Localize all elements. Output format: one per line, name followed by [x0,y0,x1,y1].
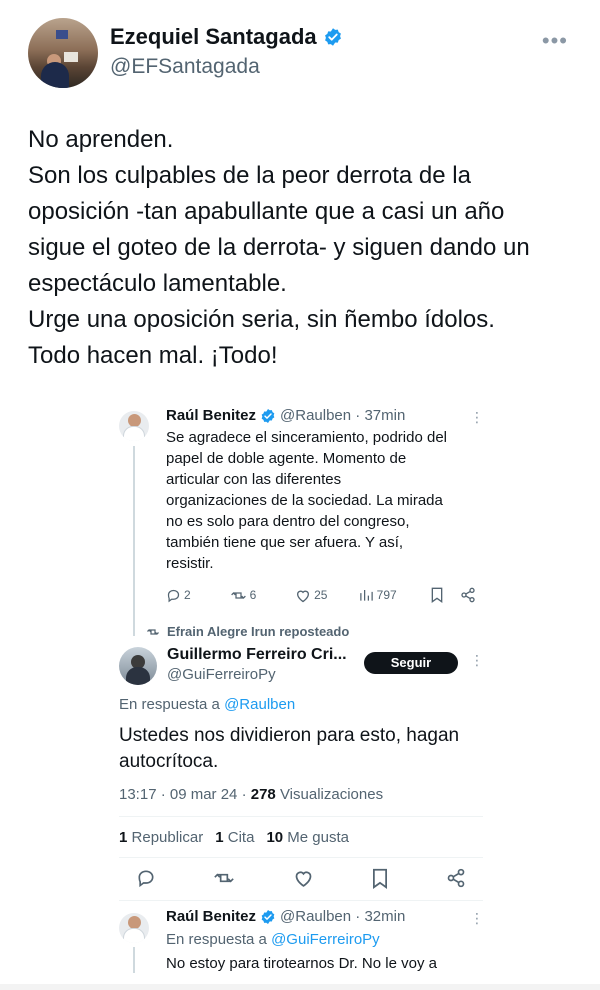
share-icon[interactable] [446,868,466,888]
tweet-line: oposición -tan apabullante que a casi un… [28,198,505,225]
views-count: 278 [250,786,276,803]
retweet-icon [230,591,246,599]
quoted-author-name[interactable]: Raúl Benitez [166,407,256,424]
share-action[interactable] [460,587,476,603]
engagement-stats: 1 Republicar 1 Cita 10 Me gusta [119,829,349,846]
divider [119,857,483,858]
quoted-actions: 2 6 25 797 [166,587,476,603]
views-action[interactable]: 797 [359,588,431,602]
quote-count: 1 [215,829,224,846]
likes-label: Me gusta [287,829,349,846]
reply-author-name[interactable]: Raúl Benitez [166,908,256,925]
tweet-line: No aprenden. [28,126,174,153]
avatar[interactable] [28,18,98,88]
reply-icon [167,589,180,602]
author-handle[interactable]: @EFSantagada [110,55,260,79]
quoted-text: Se agradece el sinceramiento, podrido de… [166,427,486,574]
verified-badge-icon [261,408,275,423]
tweet-line: Son los culpables de la peor derrota de … [28,162,471,189]
reply-count: 2 [184,588,191,602]
reposted-line: Ustedes nos dividieron para esto, hagan [119,725,460,746]
timestamp-text[interactable]: 13:17 · 09 mar 24 · [119,786,247,803]
repost-label-text[interactable]: Efrain Alegre Irun reposteado [167,624,349,639]
reply-text: No estoy para tirotearnos Dr. No le voy … [166,955,437,972]
heart-icon[interactable] [293,868,314,888]
reposted-author-handle[interactable]: @GuiFerreiroPy [167,666,276,683]
more-options-icon[interactable]: ⋮ [470,409,484,426]
bookmark-icon [431,587,443,603]
retweet-icon [147,628,159,635]
republish-label: Republicar [131,829,204,846]
repost-label[interactable]: Efrain Alegre Irun reposteado [146,624,349,639]
outer-tweet-header: Ezequiel Santagada @EFSantagada ••• [28,18,578,90]
republish-count: 1 [119,829,128,846]
bottom-divider [0,984,600,990]
tweet-timestamp: 13:17 · 09 mar 24 · 278 Visualizaciones [119,786,383,803]
views-label: Visualizaciones [279,786,384,803]
reposted-author-name[interactable]: Guillermo Ferreiro Cri... [167,646,347,664]
likes-count: 10 [266,829,284,846]
avatar[interactable] [119,411,149,441]
quote-label: Cita [227,829,255,846]
more-options-icon[interactable]: ••• [542,28,568,54]
tweet-line: sigue el goteo de la derrota- y siguen d… [28,234,530,261]
quoted-line: articular con las diferentes [166,471,342,488]
like-count: 25 [314,588,328,602]
share-icon [461,587,475,603]
quoted-line: no es solo para dentro del congreso, [166,513,410,530]
quoted-author[interactable]: Raúl Benitez @Raulben · 37min [166,407,405,424]
divider [119,816,483,817]
author-name-text[interactable]: Ezequiel Santagada [110,24,317,50]
tweet-line: espectáculo lamentable. [28,270,287,297]
retweet-count: 6 [249,588,257,602]
reply-icon[interactable] [136,868,156,888]
views-count: 797 [376,588,397,602]
follow-button[interactable]: Seguir [364,652,458,674]
retweet-icon[interactable] [213,868,235,888]
tweet-text: No aprenden. Son los culpables de la peo… [28,122,588,374]
quoted-line: Se agradece el sinceramiento, podrido de… [166,429,448,446]
avatar[interactable] [119,647,157,685]
quoted-line: organizaciones de la sociedad. La mirada [166,492,443,509]
reposted-text: Ustedes nos dividieron para esto, hagan … [119,723,479,775]
reply-to-link[interactable]: @GuiFerreiroPy [271,931,380,948]
like-action[interactable]: 25 [295,588,359,603]
verified-badge-icon [261,909,275,924]
reply-context: En respuesta a @GuiFerreiroPy [166,931,380,948]
thread-connector [133,446,135,636]
tweet-line: Todo hacen mal. ¡Todo! [28,342,278,369]
republish-stat[interactable]: 1 Republicar [119,829,203,846]
quote-stat[interactable]: 1 Cita [215,829,254,846]
thread-connector [133,947,135,973]
quoted-line: también tiene que ser afuera. Y así, [166,534,404,551]
reposted-line: autocrítoca. [119,751,219,772]
reply-handle-time[interactable]: @Raulben · 32min [280,908,405,925]
quoted-line: papel de doble agente. Momento de [166,450,407,467]
reply-action[interactable]: 2 [166,588,230,603]
reply-to-link[interactable]: @Raulben [224,696,295,713]
reply-prefix: En respuesta a [119,696,220,713]
reply-prefix: En respuesta a [166,931,267,948]
retweet-action[interactable]: 6 [230,588,296,603]
reply-context: En respuesta a @Raulben [119,696,295,713]
bookmark-action[interactable] [430,587,460,603]
reposted-actions [119,868,483,889]
heart-icon [297,590,310,602]
quoted-handle-time[interactable]: @Raulben · 37min [280,407,405,424]
more-options-icon[interactable]: ⋮ [470,652,484,669]
tweet-line: Urge una oposición seria, sin ñembo ídol… [28,306,495,333]
avatar[interactable] [119,913,149,943]
views-icon [359,590,373,601]
more-options-icon[interactable]: ⋮ [470,910,484,927]
divider [119,900,483,901]
quoted-line: resistir. [166,555,214,572]
reply-author[interactable]: Raúl Benitez @Raulben · 32min [166,908,405,925]
likes-stat[interactable]: 10 Me gusta [266,829,349,846]
author-name[interactable]: Ezequiel Santagada [110,24,343,50]
bookmark-icon[interactable] [371,868,389,889]
verified-badge-icon [324,28,341,46]
